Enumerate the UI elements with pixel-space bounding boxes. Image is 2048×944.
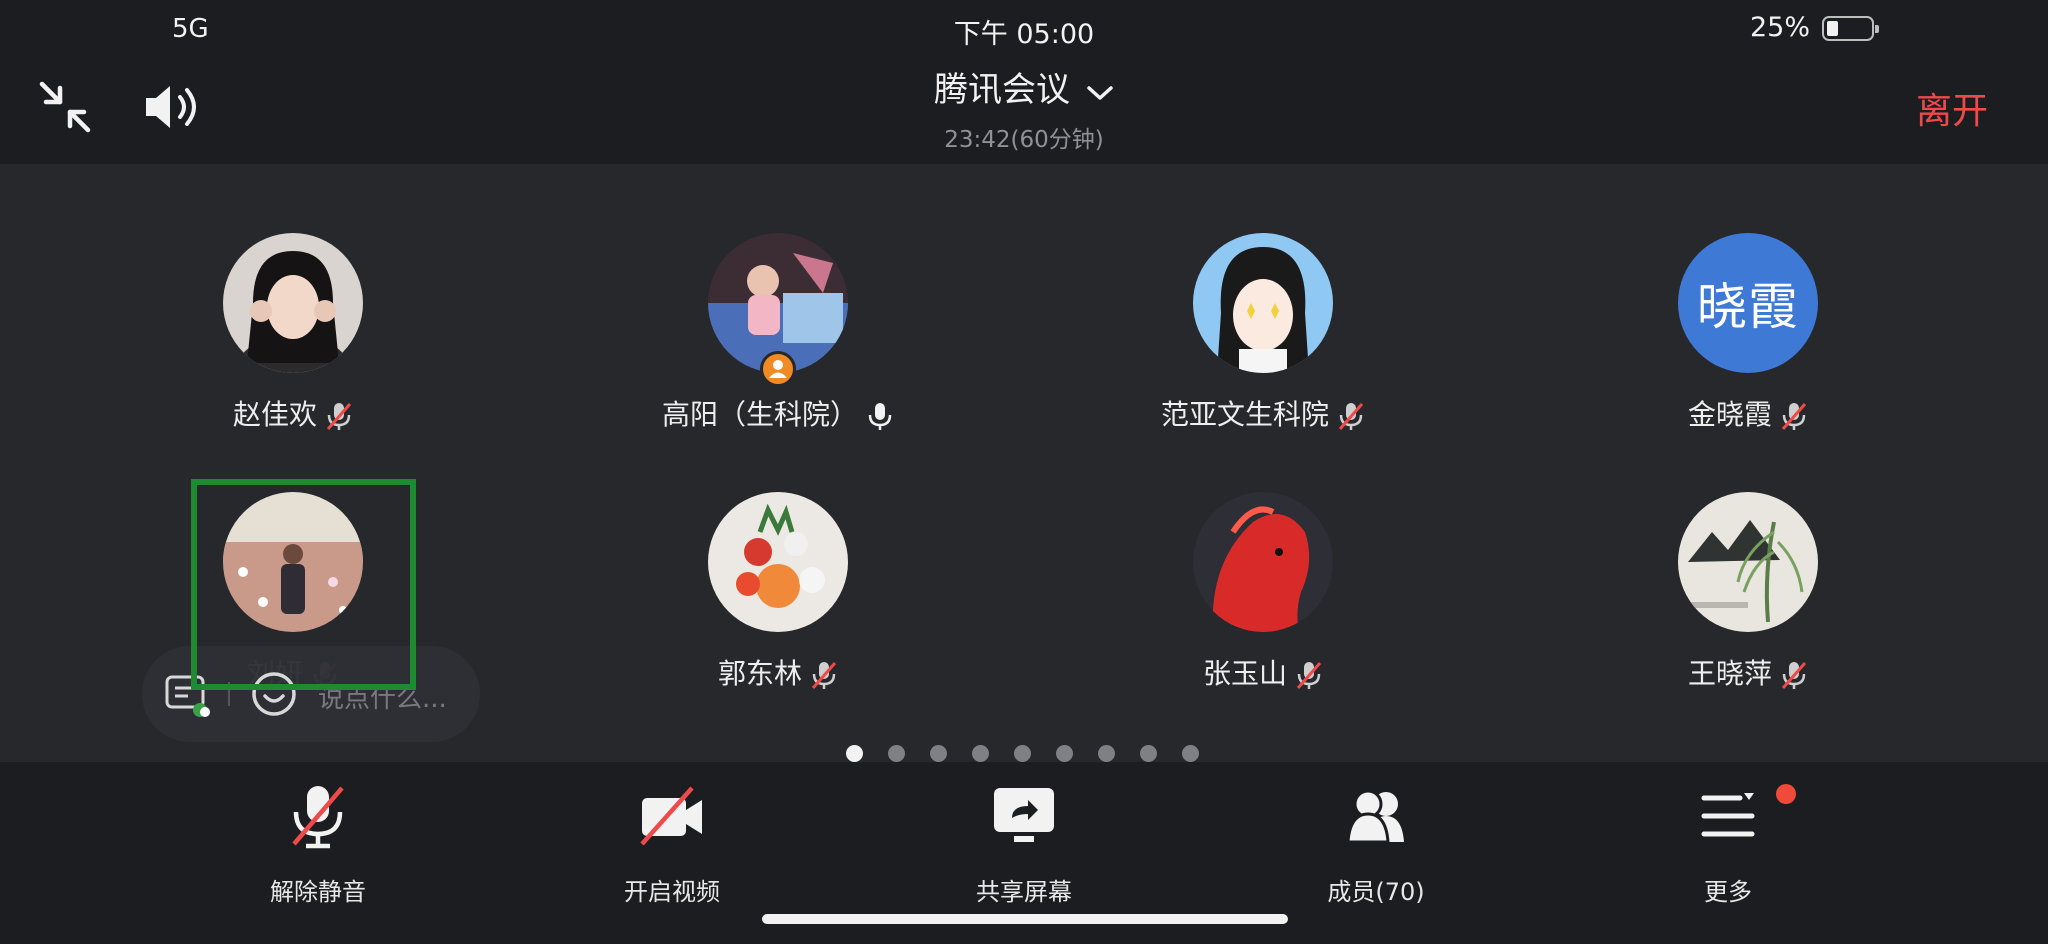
avatar bbox=[1678, 492, 1818, 632]
participant-name: 王晓萍 bbox=[1558, 652, 1938, 692]
avatar bbox=[1193, 492, 1333, 632]
participant-grid: 赵佳欢 高阳（生科院） 范亚文生科院 晓霞 金晓霞 刘妍 郭东林 bbox=[0, 164, 2048, 762]
page-dot[interactable] bbox=[1098, 745, 1115, 762]
top-bar: 5G 下午 05:00 25% 腾讯会议 23:42(60分钟) 离开 bbox=[0, 0, 2048, 164]
page-dot[interactable] bbox=[1056, 745, 1073, 762]
participant-name: 范亚文生科院 bbox=[1073, 393, 1453, 433]
participant-tile[interactable]: 赵佳欢 bbox=[103, 233, 483, 473]
mic-muted-icon bbox=[1780, 660, 1808, 690]
home-indicator[interactable] bbox=[762, 914, 1288, 924]
chevron-down-icon bbox=[1086, 72, 1114, 112]
mic-muted-icon bbox=[325, 401, 353, 431]
participant-tile[interactable]: 王晓萍 bbox=[1558, 492, 1938, 732]
members-icon bbox=[1340, 780, 1412, 852]
status-time: 下午 05:00 bbox=[953, 19, 1095, 50]
avatar bbox=[708, 492, 848, 632]
participant-tile[interactable]: 范亚文生科院 bbox=[1073, 233, 1453, 473]
page-dot[interactable] bbox=[1140, 745, 1157, 762]
share-screen-label: 共享屏幕 bbox=[976, 878, 1072, 906]
participant-tile[interactable]: 张玉山 bbox=[1073, 492, 1453, 732]
chat-message-icon[interactable] bbox=[164, 672, 210, 718]
page-indicator bbox=[846, 745, 1199, 762]
emoji-icon[interactable] bbox=[250, 670, 298, 718]
participant-name: 郭东林 bbox=[588, 652, 968, 692]
members-button[interactable]: 成员(70) bbox=[1276, 780, 1476, 906]
mic-muted-icon bbox=[1295, 660, 1323, 690]
participant-name: 高阳（生科院） bbox=[588, 393, 968, 433]
meeting-title[interactable]: 腾讯会议 bbox=[0, 62, 2048, 112]
mic-muted-icon bbox=[282, 780, 354, 852]
participant-tile[interactable]: 高阳（生科院） bbox=[588, 233, 968, 473]
start-video-label: 开启视频 bbox=[624, 878, 720, 906]
members-label: 成员(70) bbox=[1327, 878, 1425, 906]
share-screen-button[interactable]: 共享屏幕 bbox=[924, 780, 1124, 906]
avatar bbox=[223, 492, 363, 632]
more-button[interactable]: 更多 bbox=[1628, 780, 1828, 906]
bottom-toolbar: 解除静音 开启视频 共享屏幕 成员(70) 更多 bbox=[0, 762, 2048, 944]
notification-dot bbox=[1776, 784, 1796, 804]
start-video-button[interactable]: 开启视频 bbox=[572, 780, 772, 906]
avatar: 晓霞 bbox=[1678, 233, 1818, 373]
mic-muted-icon bbox=[810, 660, 838, 690]
unmute-label: 解除静音 bbox=[270, 878, 366, 906]
page-dot[interactable] bbox=[972, 745, 989, 762]
mic-muted-icon bbox=[1337, 401, 1365, 431]
page-dot[interactable] bbox=[1182, 745, 1199, 762]
chat-placeholder: 说点什么... bbox=[318, 684, 447, 714]
video-off-icon bbox=[636, 780, 708, 852]
participant-tile[interactable]: 郭东林 bbox=[588, 492, 968, 732]
mic-on-icon bbox=[866, 401, 894, 431]
battery-icon bbox=[1822, 16, 1879, 41]
participant-tile[interactable]: 晓霞 金晓霞 bbox=[1558, 233, 1938, 473]
mic-muted-icon bbox=[1780, 401, 1808, 431]
chat-input-bar[interactable]: 说点什么... bbox=[142, 646, 480, 742]
leave-button[interactable]: 离开 bbox=[1916, 82, 1988, 134]
unmute-button[interactable]: 解除静音 bbox=[218, 780, 418, 906]
avatar bbox=[223, 233, 363, 373]
more-label: 更多 bbox=[1704, 878, 1752, 906]
participant-name: 张玉山 bbox=[1073, 652, 1453, 692]
avatar-text: 晓霞 bbox=[1697, 278, 1799, 336]
page-dot[interactable] bbox=[846, 745, 863, 762]
meeting-duration: 23:42(60分钟) bbox=[944, 127, 1104, 153]
participant-name: 金晓霞 bbox=[1558, 393, 1938, 433]
meeting-title-text: 腾讯会议 bbox=[934, 70, 1070, 110]
page-dot[interactable] bbox=[888, 745, 905, 762]
host-badge-icon bbox=[760, 351, 796, 387]
participant-name: 赵佳欢 bbox=[103, 393, 483, 433]
avatar bbox=[1193, 233, 1333, 373]
page-dot[interactable] bbox=[930, 745, 947, 762]
divider bbox=[228, 682, 230, 706]
more-menu-icon bbox=[1692, 780, 1764, 852]
battery-percentage: 25% bbox=[1750, 12, 1811, 43]
share-screen-icon bbox=[988, 780, 1060, 852]
page-dot[interactable] bbox=[1014, 745, 1031, 762]
